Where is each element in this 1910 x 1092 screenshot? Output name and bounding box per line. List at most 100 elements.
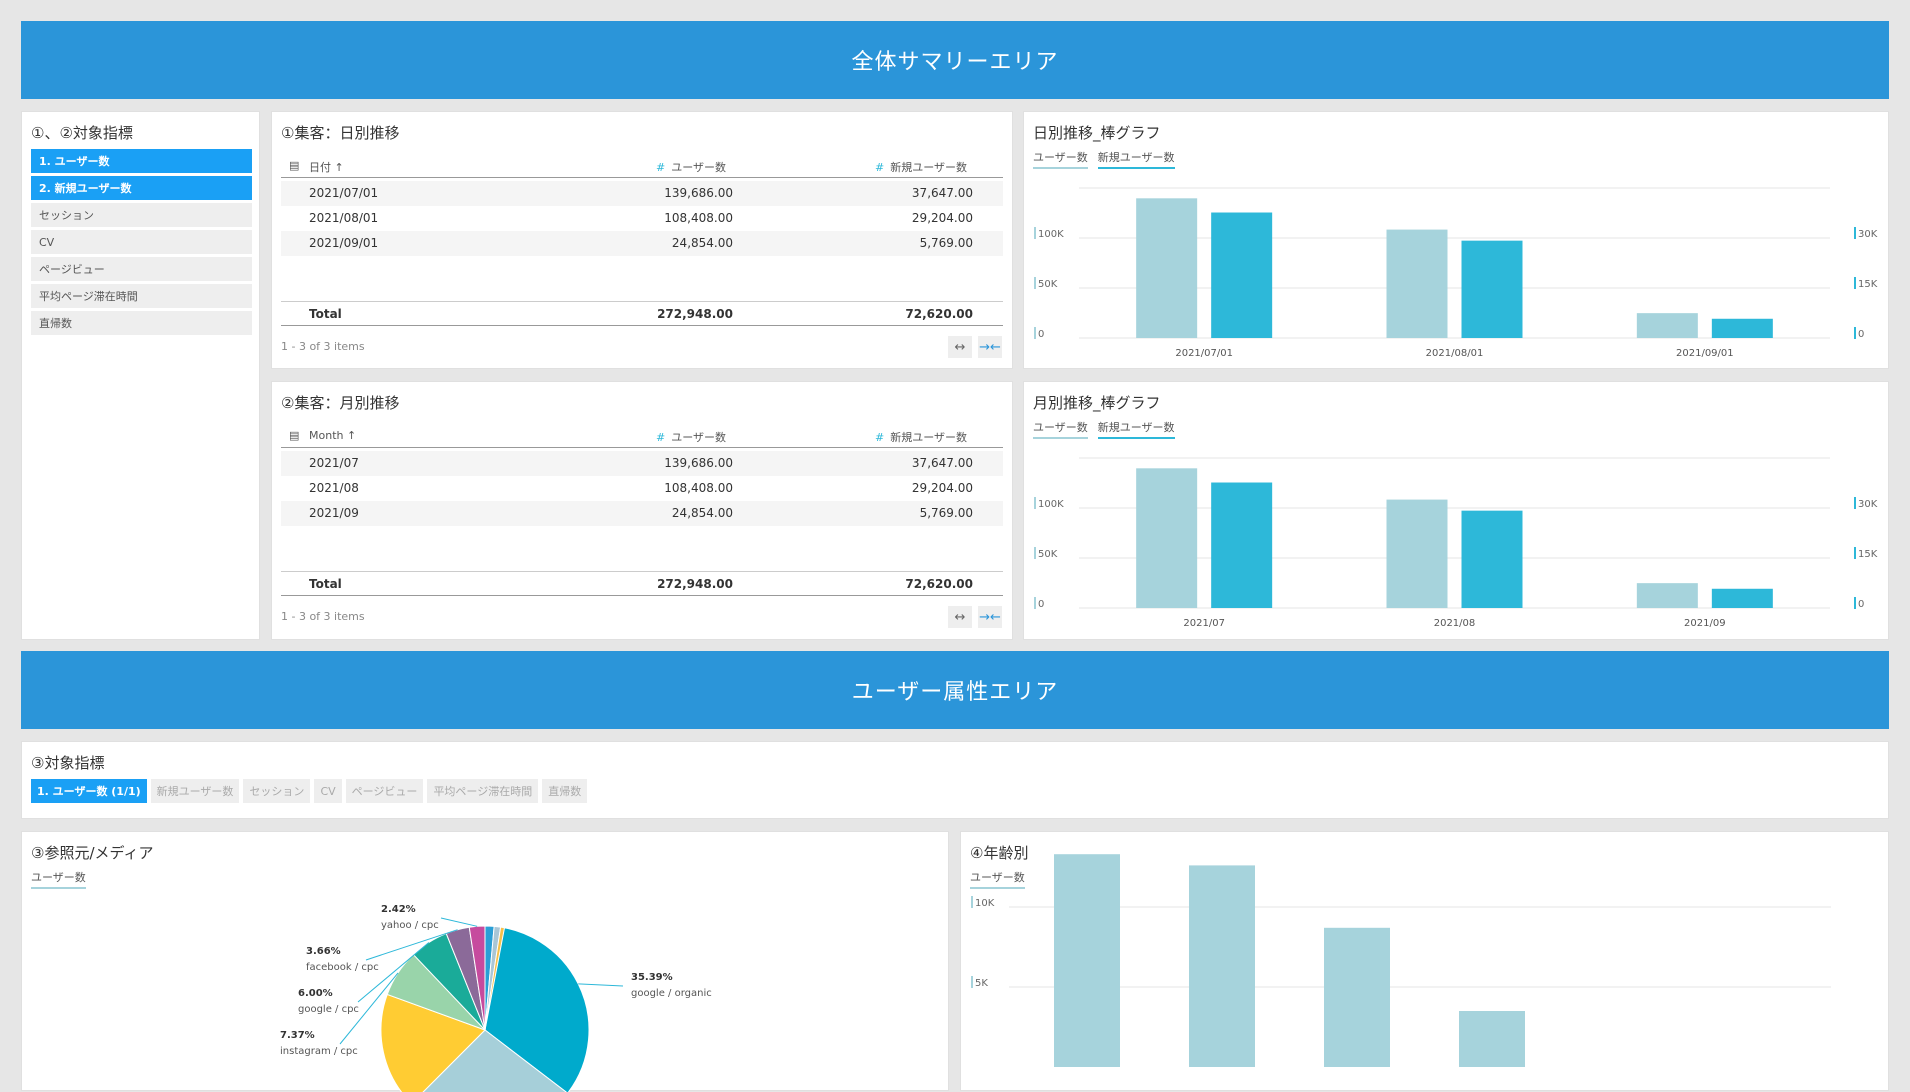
column-header-users[interactable]: # ユーザー数	[656, 159, 726, 175]
bar-users	[1136, 198, 1198, 338]
cell-users: 108,408.00	[664, 211, 733, 225]
column-header-label: 日付	[309, 161, 331, 174]
table-row[interactable]: 2021/09 24,854.00 5,769.00	[281, 501, 1003, 526]
monthly-bar-chart: 0 50K 100K 0 15K 30K 2021/07 2021/08 2021/09	[1034, 457, 1878, 629]
referrer-chart-card: ③参照元/メディア ユーザー数 35.39% google / organic 7.…	[21, 831, 949, 1092]
summary-area-banner: 全体サマリーエリア	[21, 21, 1889, 99]
pagination-info: 1 - 3 of 3 items	[281, 610, 365, 623]
tab-avg-time[interactable]: 平均ページ滞在時間	[427, 779, 539, 803]
referrer-pie-chart: 35.39% google / organic 7.37% instagram / c…	[280, 904, 712, 1092]
table-row[interactable]: 2021/07 139,686.00 37,647.00	[281, 451, 1003, 476]
cell-users: 108,408.00	[664, 481, 733, 495]
tab-bounces[interactable]: 直帰数	[542, 779, 588, 803]
y-tick-label: 10K	[975, 898, 995, 909]
sort-asc-icon: ↑	[334, 161, 344, 174]
bar-users	[1386, 229, 1448, 338]
tab-cv[interactable]: CV	[314, 779, 342, 803]
cell-total-new-users: 72,620.00	[905, 307, 973, 321]
metric-item-pageviews[interactable]: ページビュー	[31, 257, 252, 281]
cell-date: 2021/07/01	[309, 186, 379, 200]
x-tick-label: 2021/09	[1684, 618, 1726, 629]
column-header-new-users[interactable]: # 新規ユーザー数	[875, 429, 967, 445]
metric-item-cv[interactable]: CV	[31, 230, 252, 254]
metrics-tabbar: 1. ユーザー数 (1/1) 新規ユーザー数 セッション CV ページビュー 平…	[31, 779, 588, 803]
x-tick-label: 2021/07	[1183, 618, 1225, 629]
table-row[interactable]: 2021/07/01 139,686.00 37,647.00	[281, 181, 1003, 206]
expand-columns-button[interactable]: ↔	[948, 606, 972, 628]
x-tick-label: 2021/08/01	[1426, 348, 1484, 359]
cell-total-users: 272,948.00	[657, 307, 733, 321]
collapse-icon: →←	[979, 339, 1001, 355]
tab-sessions[interactable]: セッション	[243, 779, 311, 803]
daily-table-card: ①集客：日別推移 ▤ 日付 ↑ # ユーザー数 # 新規ユーザー数 2021/07/…	[271, 111, 1013, 369]
tab-users[interactable]: 1. ユーザー数 (1/1)	[31, 779, 147, 803]
tab-pageviews[interactable]: ページビュー	[345, 779, 424, 803]
y-right-tick-label: 15K	[1858, 549, 1878, 560]
table-total-row: Total 272,948.00 72,620.00	[281, 571, 1003, 596]
pie-category-label: yahoo / cpc	[381, 920, 439, 931]
metrics-tabs-title: ③対象指標	[31, 754, 105, 772]
age-bar-chart: 5K 10K	[971, 854, 1831, 1067]
cell-month: 2021/07	[309, 456, 359, 470]
fit-columns-button[interactable]: →←	[978, 336, 1002, 358]
y-right-tick-label: 30K	[1858, 229, 1878, 240]
x-tick-label: 2021/08	[1434, 618, 1476, 629]
age-bar	[1189, 865, 1255, 1067]
bar-new-users	[1711, 588, 1773, 608]
metric-item-bounces[interactable]: 直帰数	[31, 311, 252, 335]
column-header-label: ユーザー数	[671, 431, 726, 444]
metric-item-avg-time[interactable]: 平均ページ滞在時間	[31, 284, 252, 308]
number-icon: #	[875, 431, 885, 444]
metric-item-new-users[interactable]: 2. 新規ユーザー数	[31, 176, 252, 200]
tab-new-users[interactable]: 新規ユーザー数	[150, 779, 240, 803]
y-right-tick-label: 0	[1858, 599, 1864, 610]
table-row[interactable]: 2021/09/01 24,854.00 5,769.00	[281, 231, 1003, 256]
cell-date: 2021/09/01	[309, 236, 379, 250]
fit-columns-button[interactable]: →←	[978, 606, 1002, 628]
table-header: ▤ 日付 ↑ # ユーザー数 # 新規ユーザー数	[281, 154, 1003, 178]
monthly-chart-card: 月別推移_棒グラフ ユーザー数 新規ユーザー数 0 50K 100K 0 15K 30K 2…	[1023, 381, 1889, 640]
pie-category-label: google / cpc	[298, 1004, 359, 1015]
pie-percent-label: 7.37%	[280, 1030, 315, 1041]
table-total-row: Total 272,948.00 72,620.00	[281, 301, 1003, 326]
cell-users: 24,854.00	[671, 236, 733, 250]
table-row[interactable]: 2021/08 108,408.00 29,204.00	[281, 476, 1003, 501]
pie-category-label: facebook / cpc	[306, 962, 379, 973]
cell-users: 139,686.00	[664, 186, 733, 200]
summary-area-title: 全体サマリーエリア	[851, 50, 1059, 75]
age-bar	[1324, 927, 1390, 1067]
column-header-date[interactable]: 日付 ↑	[309, 159, 344, 175]
metrics-tabs-card: ③対象指標 1. ユーザー数 (1/1) 新規ユーザー数 セッション CV ペー…	[21, 741, 1889, 819]
metric-item-sessions[interactable]: セッション	[31, 203, 252, 227]
expand-icon: ↔	[954, 339, 966, 355]
attributes-area-banner: ユーザー属性エリア	[21, 651, 1889, 729]
metric-list: 1. ユーザー数 2. 新規ユーザー数 セッション CV ページビュー 平均ペー…	[31, 149, 252, 338]
table-row[interactable]: 2021/08/01 108,408.00 29,204.00	[281, 206, 1003, 231]
cell-new-users: 5,769.00	[919, 506, 973, 520]
cell-total-users: 272,948.00	[657, 577, 733, 591]
age-chart-card: ④年齢別 ユーザー数 5K 10K	[960, 831, 1889, 1091]
bar-users	[1386, 499, 1448, 608]
y-right-tick-label: 30K	[1858, 499, 1878, 510]
metrics-panel: ①、②対象指標 1. ユーザー数 2. 新規ユーザー数 セッション CV ページ…	[21, 111, 260, 640]
column-header-users[interactable]: # ユーザー数	[656, 429, 726, 445]
cell-date: 2021/08/01	[309, 211, 379, 225]
table-header: ▤ Month ↑ # ユーザー数 # 新規ユーザー数	[281, 424, 1003, 448]
pie-category-label: google / organic	[631, 988, 712, 999]
expand-columns-button[interactable]: ↔	[948, 336, 972, 358]
number-icon: #	[875, 161, 885, 174]
y-left-tick-label: 0	[1038, 599, 1044, 610]
bar-new-users	[1711, 318, 1773, 338]
column-header-month[interactable]: Month ↑	[309, 429, 356, 442]
metric-item-users[interactable]: 1. ユーザー数	[31, 149, 252, 173]
y-left-tick-label: 50K	[1038, 279, 1058, 290]
column-header-new-users[interactable]: # 新規ユーザー数	[875, 159, 967, 175]
metrics-panel-title: ①、②対象指標	[31, 124, 133, 142]
column-header-label: 新規ユーザー数	[890, 431, 967, 444]
pie-category-label: instagram / cpc	[280, 1046, 358, 1057]
bar-users	[1636, 313, 1698, 338]
monthly-table-title: ②集客：月別推移	[281, 394, 400, 412]
collapse-icon: →←	[979, 609, 1001, 625]
cell-new-users: 5,769.00	[919, 236, 973, 250]
y-right-tick-label: 15K	[1858, 279, 1878, 290]
